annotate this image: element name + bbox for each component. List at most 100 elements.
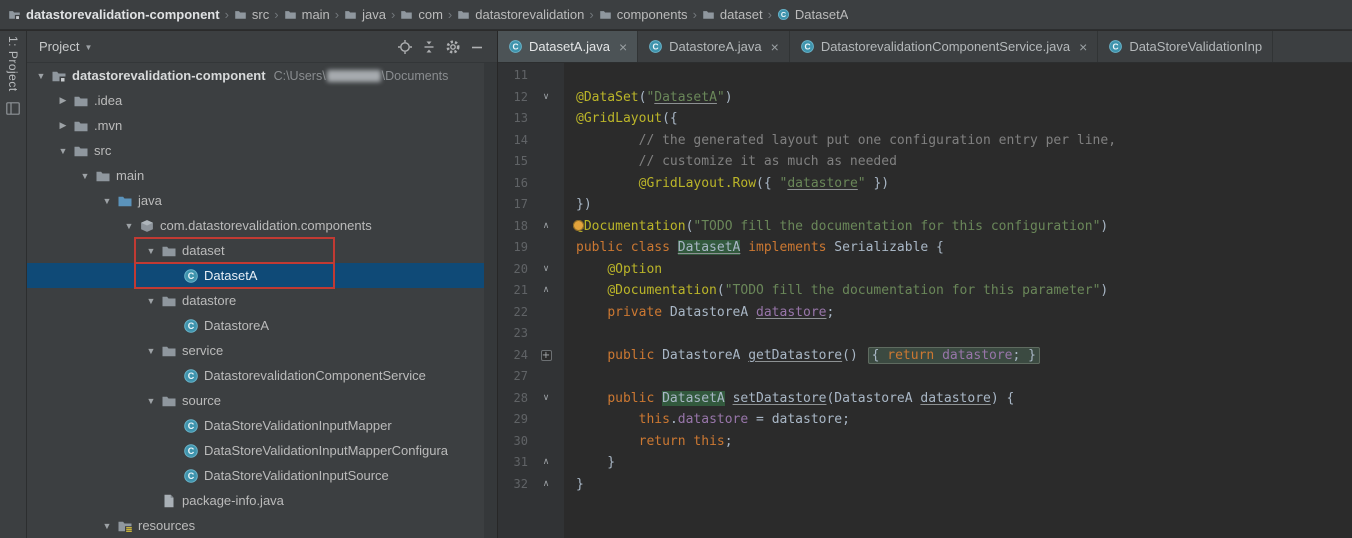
- line-number: 30: [498, 431, 528, 453]
- tree-row-service[interactable]: ▼service: [27, 338, 497, 363]
- code-line-31: 31∧ }: [498, 452, 1352, 474]
- fold-marker-icon[interactable]: +: [528, 345, 564, 367]
- tree-row-src[interactable]: ▼src: [27, 138, 497, 163]
- folder-project-icon: [50, 68, 68, 84]
- fold-marker-icon[interactable]: ∧: [528, 280, 564, 302]
- tree-row-dataseta[interactable]: C DatasetA: [27, 263, 497, 288]
- chevron-expanded-icon[interactable]: ▼: [142, 396, 160, 406]
- line-number: 28: [498, 388, 528, 410]
- chevron-collapsed-icon[interactable]: ▶: [54, 95, 72, 106]
- editor-tab-datastorevalidationinp[interactable]: CDataStoreValidationInp: [1098, 31, 1273, 62]
- tree-row-datastore[interactable]: ▼datastore: [27, 288, 497, 313]
- svg-text:C: C: [188, 271, 195, 281]
- code-text: [564, 65, 576, 87]
- editor-tab-dataseta-java[interactable]: CDatasetA.java×: [498, 31, 638, 62]
- tree-label: DataStoreValidationInputMapperConfigura: [204, 443, 448, 458]
- fold-marker-icon[interactable]: ∨: [528, 87, 564, 109]
- class-icon: C: [1108, 39, 1123, 54]
- chevron-collapsed-icon[interactable]: ▶: [54, 120, 72, 131]
- svg-text:C: C: [653, 42, 659, 52]
- tree-row-package-info-java[interactable]: package-info.java: [27, 488, 497, 513]
- breadcrumb-item-main[interactable]: main: [284, 7, 330, 22]
- chevron-expanded-icon[interactable]: ▼: [142, 296, 160, 306]
- chevron-expanded-icon[interactable]: ▼: [142, 346, 160, 356]
- fold-gutter: [528, 194, 564, 216]
- tree-row-source[interactable]: ▼source: [27, 388, 497, 413]
- chevron-expanded-icon[interactable]: ▼: [120, 221, 138, 231]
- project-scrollbar[interactable]: [484, 63, 497, 538]
- breadcrumb-item-datastorevalidation-component[interactable]: datastorevalidation-component: [8, 7, 220, 22]
- tree-label: package-info.java: [182, 493, 284, 508]
- breadcrumb-item-dataseta[interactable]: CDatasetA: [777, 7, 848, 22]
- code-line-19: 19public class DatasetA implements Seria…: [498, 237, 1352, 259]
- tree-row-java[interactable]: ▼java: [27, 188, 497, 213]
- fold-marker-icon[interactable]: ∨: [528, 259, 564, 281]
- close-icon[interactable]: ×: [619, 39, 627, 55]
- code-text: [564, 323, 576, 345]
- collapse-all-icon[interactable]: [417, 35, 441, 59]
- locate-icon[interactable]: [393, 35, 417, 59]
- code-text: @Documentation("TODO fill the documentat…: [564, 216, 1108, 238]
- project-stripe-button[interactable]: 1: Project: [6, 36, 20, 92]
- hide-panel-icon[interactable]: [465, 35, 489, 59]
- chevron-down-icon[interactable]: ▼: [84, 43, 92, 52]
- fold-gutter: [528, 366, 564, 388]
- tree-label: .idea: [94, 93, 122, 108]
- folded-plus-icon[interactable]: +: [541, 350, 552, 361]
- tree-label: datastorevalidation-component: [72, 68, 266, 83]
- svg-text:C: C: [512, 42, 518, 52]
- tree-row-com-datastorevalidation-components[interactable]: ▼com.datastorevalidation.components: [27, 213, 497, 238]
- chevron-expanded-icon[interactable]: ▼: [98, 196, 116, 206]
- breadcrumb-item-com[interactable]: com: [400, 7, 443, 22]
- code-line-14: 14 // the generated layout put one confi…: [498, 130, 1352, 152]
- code-editor[interactable]: 1112∨@DataSet("DatasetA")13@GridLayout({…: [498, 63, 1352, 538]
- breadcrumb-item-java[interactable]: java: [344, 7, 386, 22]
- class-icon: C: [648, 39, 663, 54]
- svg-text:C: C: [188, 446, 195, 456]
- chevron-expanded-icon[interactable]: ▼: [76, 171, 94, 181]
- fold-marker-icon[interactable]: ∧: [528, 452, 564, 474]
- close-icon[interactable]: ×: [1079, 39, 1087, 55]
- editor-tab-datastorea-java[interactable]: CDatastoreA.java×: [638, 31, 790, 62]
- tree-row-resources[interactable]: ▼resources: [27, 513, 497, 538]
- code-text: private DatastoreA datastore;: [564, 302, 834, 324]
- tree-row-datastorea[interactable]: CDatastoreA: [27, 313, 497, 338]
- tree-row-mvn[interactable]: ▶.mvn: [27, 113, 497, 138]
- breadcrumb-label: src: [252, 7, 269, 22]
- fold-marker-icon[interactable]: ∧: [528, 216, 564, 238]
- line-number: 27: [498, 366, 528, 388]
- breadcrumb-item-datastorevalidation[interactable]: datastorevalidation: [457, 7, 584, 22]
- close-icon[interactable]: ×: [771, 39, 779, 55]
- tree-row-dataset[interactable]: ▼dataset: [27, 238, 497, 263]
- chevron-expanded-icon[interactable]: ▼: [98, 521, 116, 531]
- breadcrumb-label: dataset: [720, 7, 763, 22]
- tree-row-main[interactable]: ▼main: [27, 163, 497, 188]
- breadcrumb-item-dataset[interactable]: dataset: [702, 7, 763, 22]
- chevron-expanded-icon[interactable]: ▼: [142, 246, 160, 256]
- folded-code-region[interactable]: { return datastore; }: [868, 347, 1040, 364]
- folder-project-icon: [8, 8, 21, 21]
- breadcrumb-item-src[interactable]: src: [234, 7, 269, 22]
- code-text: @GridLayout({: [564, 108, 678, 130]
- editor-tab-datastorevalidationcomponentservice-java[interactable]: CDatastorevalidationComponentService.jav…: [790, 31, 1099, 62]
- tree-row-datastorevalidationcomponentservice[interactable]: CDatastorevalidationComponentService: [27, 363, 497, 388]
- chevron-expanded-icon[interactable]: ▼: [54, 146, 72, 156]
- code-text: return this;: [564, 431, 733, 453]
- code-line-15: 15 // customize it as much as needed: [498, 151, 1352, 173]
- settings-gear-icon[interactable]: [441, 35, 465, 59]
- fold-gutter: [528, 237, 564, 259]
- tree-row-datastorevalidation-component[interactable]: ▼datastorevalidation-componentC:\Users\\…: [27, 63, 497, 88]
- fold-marker-icon[interactable]: ∧: [528, 474, 564, 496]
- line-number: 32: [498, 474, 528, 496]
- tree-row-datastorevalidationinputmapper[interactable]: CDataStoreValidationInputMapper: [27, 413, 497, 438]
- chevron-expanded-icon[interactable]: ▼: [32, 71, 50, 81]
- folder-icon: [160, 343, 178, 359]
- line-number: 13: [498, 108, 528, 130]
- breadcrumb-separator: ›: [448, 7, 452, 22]
- tree-row-datastorevalidationinputsource[interactable]: CDataStoreValidationInputSource: [27, 463, 497, 488]
- tree-row-idea[interactable]: ▶ .idea: [27, 88, 497, 113]
- tree-row-datastorevalidationinputmapperconfigura[interactable]: C DataStoreValidationInputMapperConfigura: [27, 438, 497, 463]
- breadcrumb-item-components[interactable]: components: [599, 7, 688, 22]
- fold-marker-icon[interactable]: ∨: [528, 388, 564, 410]
- tree-label: DatasetA: [204, 268, 257, 283]
